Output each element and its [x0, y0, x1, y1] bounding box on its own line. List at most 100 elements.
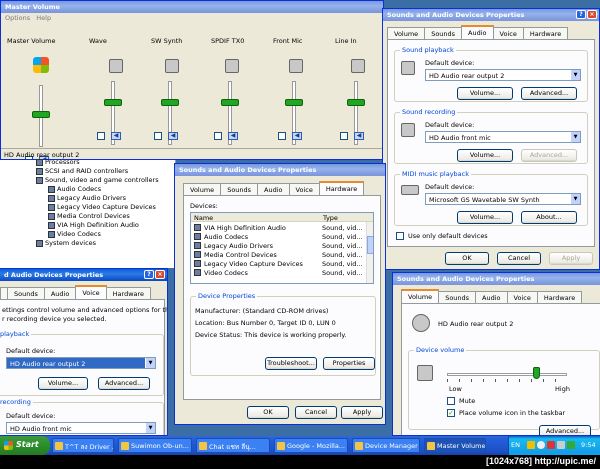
tree-item[interactable]: SCSI and RAID controllers — [36, 167, 128, 175]
apply-button[interactable]: Apply — [549, 252, 593, 265]
table-row[interactable]: VIA High Definition Audio Sound, vid... — [191, 223, 371, 232]
voice-recording-select[interactable]: HD Audio front mic ▼ — [6, 422, 156, 434]
tree-item[interactable]: Video Codecs — [48, 230, 101, 238]
sw-synth-select-checkbox[interactable] — [154, 132, 162, 140]
tree-item[interactable]: Media Control Devices — [48, 212, 130, 220]
tab-volume[interactable]: Volume — [401, 289, 440, 303]
close-button[interactable]: × — [155, 270, 165, 279]
front-mic-mute-speaker-icon[interactable]: ◀ — [292, 132, 302, 140]
devices-listview[interactable]: Name Type VIA High Definition Audio Sound… — [190, 212, 374, 284]
table-row[interactable]: Legacy Video Capture Devices Sound, vid..… — [191, 259, 371, 268]
recording-device-select[interactable]: HD Audio front mic ▼ — [425, 131, 581, 143]
tab-hardware[interactable]: Hardware — [536, 291, 583, 303]
ok-button[interactable]: OK — [247, 406, 289, 419]
column-name-header[interactable]: Name — [194, 214, 213, 222]
voice-properties-title-bar[interactable]: d Audio Devices Properties ? × — [0, 269, 167, 281]
tray-icon[interactable] — [537, 441, 545, 449]
tab-sounds[interactable]: Sounds — [438, 291, 477, 303]
master-slider-thumb[interactable] — [32, 111, 50, 118]
tab-hardware[interactable]: Hardware — [105, 287, 152, 299]
taskbar-item[interactable]: T^T ลง Driver ... — [52, 438, 114, 453]
clock[interactable]: 9:54 — [581, 441, 596, 449]
recording-advanced-button[interactable]: Advanced... — [521, 149, 577, 162]
tree-item[interactable]: Sound, video and game controllers — [36, 176, 159, 184]
wave-select-checkbox[interactable] — [97, 132, 105, 140]
ok-button[interactable]: OK — [445, 252, 489, 265]
line-in-mute-speaker-icon[interactable]: ◀ — [354, 132, 364, 140]
playback-device-select[interactable]: HD Audio rear output 2 ▼ — [425, 69, 581, 81]
voice-advanced-button[interactable]: Advanced... — [98, 377, 150, 390]
tab-volume[interactable]: Volume — [387, 27, 426, 39]
column-type-header[interactable]: Type — [323, 214, 338, 222]
help-button[interactable]: ? — [576, 10, 586, 19]
spdif-mute-speaker-icon[interactable]: ◀ — [228, 132, 238, 140]
tree-item[interactable]: System devices — [36, 239, 96, 247]
tree-item[interactable]: VIA High Definition Audio — [48, 221, 139, 229]
table-row[interactable]: Legacy Audio Drivers Sound, vid... — [191, 241, 371, 250]
tab-sounds[interactable]: Sounds — [424, 27, 463, 39]
tab-sounds[interactable]: Sounds — [7, 287, 45, 299]
voice-playback-select[interactable]: HD Audio rear output 2 ▼ — [6, 357, 156, 369]
front-mic-select-checkbox[interactable] — [278, 132, 286, 140]
volume-advanced-button[interactable]: Advanced... — [539, 425, 591, 435]
language-indicator[interactable]: EN — [511, 441, 520, 449]
start-button[interactable]: Start — [0, 436, 50, 455]
volume-properties-title-bar[interactable]: Sounds and Audio Devices Properties — [393, 273, 600, 285]
sw-synth-mute-speaker-icon[interactable]: ◀ — [168, 132, 178, 140]
line-in-select-checkbox[interactable] — [340, 132, 348, 140]
audio-properties-title-bar[interactable]: Sounds and Audio Devices Properties ? × — [383, 9, 599, 21]
midi-volume-button[interactable]: Volume... — [457, 211, 513, 224]
tree-item[interactable]: Legacy Video Capture Devices — [48, 203, 156, 211]
tab-voice[interactable]: Voice — [492, 27, 524, 39]
tree-item[interactable]: Legacy Audio Drivers — [48, 194, 126, 202]
spdif-select-checkbox[interactable] — [214, 132, 222, 140]
scrollbar-thumb[interactable] — [367, 236, 373, 254]
tray-icon[interactable] — [547, 441, 555, 449]
only-default-checkbox[interactable] — [396, 232, 404, 240]
tab-audio[interactable]: Audio — [43, 287, 77, 299]
tree-item[interactable]: Processors — [36, 158, 80, 166]
hardware-properties-title-bar[interactable]: Sounds and Audio Devices Properties — [175, 164, 385, 176]
mute-checkbox[interactable] — [447, 397, 455, 405]
midi-about-button[interactable]: About... — [521, 211, 577, 224]
tab-volume[interactable]: Volume — [183, 183, 222, 195]
recording-volume-button[interactable]: Volume... — [457, 149, 513, 162]
playback-volume-button[interactable]: Volume... — [457, 87, 513, 100]
menu-help[interactable]: Help — [36, 14, 51, 22]
tab-voice[interactable]: Voice — [506, 291, 538, 303]
front-mic-slider-thumb[interactable] — [285, 99, 303, 106]
wave-slider-thumb[interactable] — [104, 99, 122, 106]
wave-mute-speaker-icon[interactable]: ◀ — [111, 132, 121, 140]
master-volume-title-bar[interactable]: Master Volume — [1, 1, 383, 13]
cancel-button[interactable]: Cancel — [295, 406, 337, 419]
properties-button[interactable]: Properties — [323, 357, 375, 370]
troubleshoot-button[interactable]: Troubleshoot... — [265, 357, 317, 370]
apply-button[interactable]: Apply — [341, 406, 383, 419]
tab-sounds[interactable]: Sounds — [220, 183, 259, 195]
tree-item[interactable]: Audio Codecs — [48, 185, 101, 193]
menu-options[interactable]: Options — [5, 14, 30, 22]
tray-icon[interactable] — [527, 441, 535, 449]
tab-voice[interactable]: Voice — [75, 285, 107, 299]
tab-voice[interactable]: Voice — [288, 183, 320, 195]
sw-synth-slider-thumb[interactable] — [161, 99, 179, 106]
table-row[interactable]: Audio Codecs Sound, vid... — [191, 232, 371, 241]
midi-device-select[interactable]: Microsoft GS Wavetable SW Synth ▼ — [425, 193, 581, 205]
voice-volume-button[interactable]: Volume... — [38, 377, 88, 390]
place-icon-checkbox[interactable]: ✓ — [447, 409, 455, 417]
volume-slider-thumb[interactable] — [533, 367, 540, 379]
volume-tray-icon[interactable] — [557, 441, 565, 449]
tab-audio[interactable]: Audio — [475, 291, 508, 303]
tab-hardware[interactable]: Hardware — [318, 181, 365, 195]
taskbar-item[interactable]: Master Volume — [424, 438, 486, 453]
tab-audio[interactable]: Audio — [257, 183, 290, 195]
taskbar-item[interactable]: Chat แชท ลีนุ... — [196, 438, 270, 453]
close-button[interactable]: × — [587, 10, 597, 19]
taskbar-item[interactable]: Google - Mozilla... — [274, 438, 348, 453]
table-row[interactable]: Video Codecs Sound, vid... — [191, 268, 371, 277]
line-in-slider-thumb[interactable] — [347, 99, 365, 106]
taskbar-item[interactable]: Device Manager — [352, 438, 420, 453]
cancel-button[interactable]: Cancel — [497, 252, 541, 265]
spdif-slider-thumb[interactable] — [221, 99, 239, 106]
tab-audio[interactable]: Audio — [461, 25, 494, 39]
